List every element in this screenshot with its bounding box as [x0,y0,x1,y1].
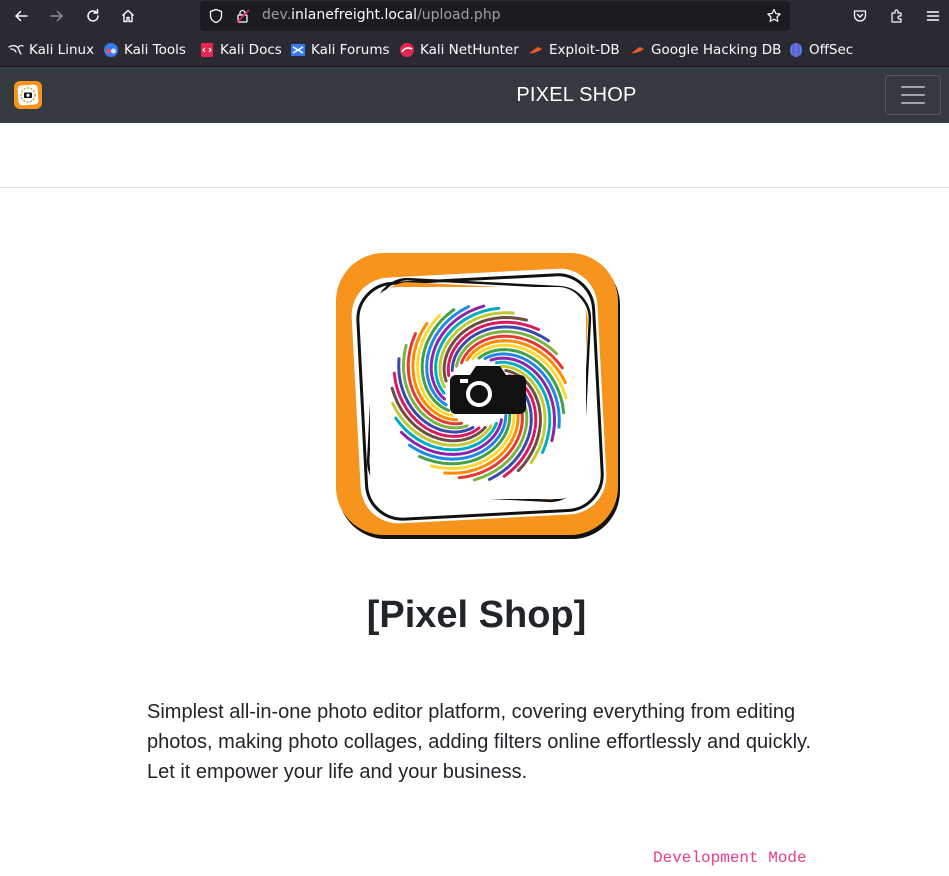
pocket-button[interactable] [847,3,873,29]
bookmark-star-icon[interactable] [766,8,782,24]
back-button[interactable] [8,3,34,29]
bookmark-google-hacking-db[interactable]: Google Hacking DB [630,41,781,59]
hamburger-menu-icon [926,11,940,21]
home-icon [122,9,134,23]
navbar-brand[interactable]: PIXEL SHOP [0,84,949,107]
bookmark-label: Kali NetHunter [420,42,519,58]
navbar-toggler-icon [901,86,925,104]
bookmark-label: Kali Docs [220,42,282,58]
pixel-shop-hero-logo [336,253,620,539]
url-prefix: dev. [262,7,292,23]
bookmark-label: Exploit-DB [549,42,620,58]
url-text[interactable]: dev.inlanefreight.local/upload.php [262,7,501,23]
url-path: /upload.php [417,7,501,23]
bookmark-label: Kali Forums [311,42,390,58]
offsec-icon [790,43,802,57]
kali-dragon-icon [8,44,24,55]
reload-button[interactable] [80,3,106,29]
back-arrow-icon [15,10,28,22]
bookmarks-bar: Kali Linux Kali Tools Kali Docs Kali For… [0,32,949,67]
bookmark-kali-tools[interactable]: Kali Tools [103,41,186,59]
bookmark-label: Kali Linux [29,42,95,58]
reload-icon [87,8,99,22]
extensions-icon [891,9,902,23]
pocket-icon [853,10,867,22]
kali-forums-icon [291,44,305,56]
section-divider [0,187,949,188]
brand-label: PIXEL SHOP [516,84,637,106]
ghdb-icon [631,47,644,54]
menu-button[interactable] [920,3,946,29]
bookmark-label: Google Hacking DB [651,42,782,58]
extensions-button[interactable] [884,3,910,29]
development-mode-label: Development Mode [653,849,807,867]
bookmark-exploit-db[interactable]: Exploit-DB [528,41,620,59]
url-domain: inlanefreight.local [291,7,418,23]
lead-paragraph: Simplest all-in-one photo editor platfor… [147,701,812,783]
bookmark-label: Kali Tools [124,42,186,58]
kali-docs-icon [201,43,213,57]
bookmark-offsec[interactable]: OffSec [788,41,853,59]
url-bar[interactable]: dev.inlanefreight.local/upload.php [200,1,790,31]
nethunter-icon [400,43,414,57]
browser-toolbar: dev.inlanefreight.local/upload.php [0,0,949,32]
site-navbar: PIXEL SHOP [0,67,949,123]
exploit-db-icon [529,47,542,54]
lock-warning-icon[interactable] [235,8,251,24]
forward-arrow-icon [50,10,63,22]
shield-icon[interactable] [208,8,224,24]
bookmark-label: OffSec [809,42,854,58]
forward-button[interactable] [44,3,70,29]
page-title: [Pixel Shop] [366,594,587,636]
kali-tools-icon [104,43,118,57]
bookmark-kali-nethunter[interactable]: Kali NetHunter [399,41,519,59]
navbar-toggler-button[interactable] [885,75,941,115]
home-button[interactable] [115,3,141,29]
bookmark-kali-docs[interactable]: Kali Docs [199,41,282,59]
bookmark-kali-linux[interactable]: Kali Linux [8,41,94,59]
bookmark-kali-forums[interactable]: Kali Forums [290,41,390,59]
